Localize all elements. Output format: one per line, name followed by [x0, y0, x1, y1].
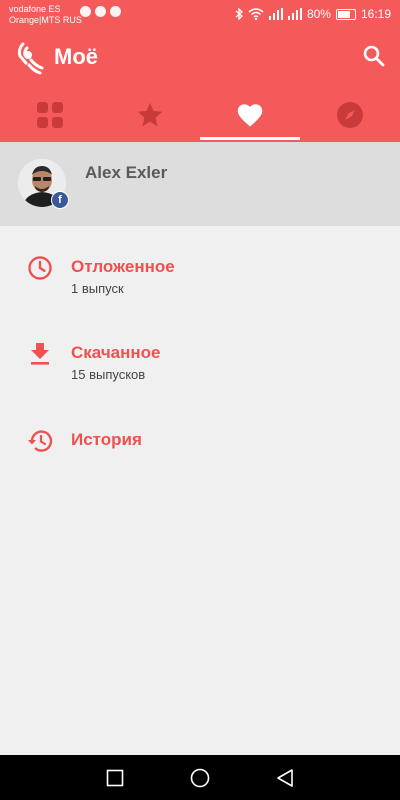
menu-item-title: Отложенное [71, 257, 175, 276]
signal-icon-2 [287, 8, 302, 20]
menu-item-title: История [71, 430, 142, 449]
page-title: Моё [54, 44, 98, 69]
carrier-info: vodafone ES Orange|MTS RUS [9, 4, 82, 26]
status-bar: vodafone ES Orange|MTS RUS 80% 16:19 [0, 0, 400, 30]
tab-grid[interactable] [0, 88, 100, 142]
profile-header[interactable]: f Alex Exler [0, 142, 400, 226]
notification-icon [110, 6, 121, 17]
menu-item-subtitle: 15 выпусков [71, 367, 146, 382]
grid-icon [37, 102, 63, 128]
download-icon [31, 343, 49, 365]
carrier-2: Orange|MTS RUS [9, 15, 82, 25]
tab-discover[interactable] [300, 88, 400, 142]
recents-icon[interactable] [106, 769, 124, 787]
back-icon[interactable] [276, 768, 294, 788]
menu-item-title: Скачанное [71, 343, 161, 362]
menu-item-history[interactable]: История [0, 428, 400, 488]
profile-name: Alex Exler [85, 163, 168, 182]
compass-icon [337, 102, 363, 128]
menu-item-subtitle: 1 выпуск [71, 281, 124, 296]
star-icon [137, 102, 163, 127]
notification-icon [80, 6, 91, 17]
bluetooth-icon [235, 8, 243, 20]
battery-percent: 80% [306, 7, 331, 21]
tab-bar [0, 88, 400, 142]
home-icon[interactable] [190, 768, 210, 788]
menu-item-saved[interactable]: Отложенное 1 выпуск [0, 255, 400, 315]
notification-icon [95, 6, 106, 17]
wifi-icon [248, 8, 264, 20]
tab-mine[interactable] [200, 88, 300, 142]
tab-favorites[interactable] [100, 88, 200, 142]
menu-item-downloaded[interactable]: Скачанное 15 выпусков [0, 341, 400, 401]
status-right: 80% 16:19 [235, 7, 391, 21]
heart-icon [237, 104, 263, 127]
battery-icon [335, 8, 356, 20]
notification-icons [80, 6, 121, 17]
clock-icon [28, 256, 52, 280]
signal-icon [268, 8, 283, 20]
history-icon [28, 430, 53, 452]
search-icon[interactable] [362, 44, 386, 68]
carrier-1: vodafone ES [9, 4, 61, 14]
facebook-badge-icon: f [51, 191, 69, 209]
system-nav-bar [0, 755, 400, 800]
app-bar: Моё [0, 30, 400, 142]
podcast-signal-icon [17, 42, 44, 75]
clock-time: 16:19 [360, 7, 391, 21]
